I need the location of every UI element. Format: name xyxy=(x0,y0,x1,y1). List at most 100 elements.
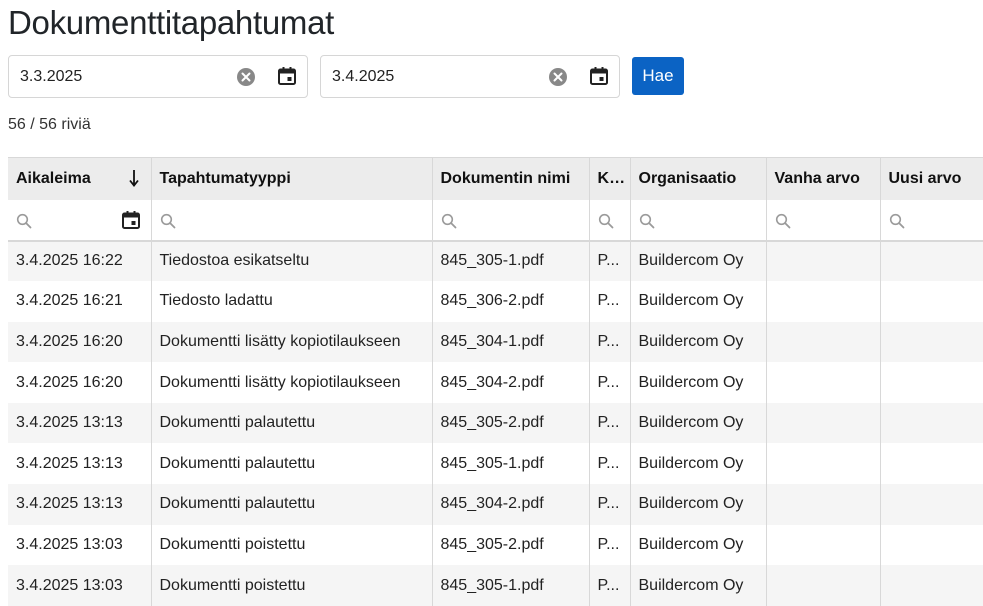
clear-icon[interactable] xyxy=(236,67,256,87)
search-icon xyxy=(775,213,791,229)
cell-document-name: 845_305-2.pdf xyxy=(432,402,590,444)
filter-event-type[interactable] xyxy=(151,199,433,242)
cell-document-name: 845_305-1.pdf xyxy=(432,565,590,606)
cell-k: P... xyxy=(589,524,631,566)
cell-timestamp: 3.4.2025 13:03 xyxy=(8,565,152,606)
cell-event-type: Dokumentti poistettu xyxy=(151,565,433,606)
filter-timestamp[interactable] xyxy=(8,199,152,242)
cell-old-value xyxy=(766,443,881,485)
cell-event-type: Tiedostoa esikatseltu xyxy=(151,240,433,282)
cell-k: P... xyxy=(589,281,631,322)
cell-organization: Buildercom Oy xyxy=(630,443,767,485)
cell-timestamp: 3.4.2025 16:21 xyxy=(8,281,152,322)
column-header-label: Aikaleima xyxy=(16,169,91,187)
cell-document-name: 845_304-1.pdf xyxy=(432,321,590,363)
cell-event-type: Dokumentti palautettu xyxy=(151,402,433,444)
cell-organization: Buildercom Oy xyxy=(630,281,767,322)
calendar-icon[interactable] xyxy=(121,210,141,230)
cell-new-value xyxy=(880,443,983,484)
cell-document-name: 845_304-2.pdf xyxy=(432,484,590,525)
cell-old-value xyxy=(766,321,881,363)
cell-new-value xyxy=(880,565,983,606)
page-title: Dokumenttitapahtumat xyxy=(8,4,335,41)
sort-descending-icon[interactable] xyxy=(127,168,141,188)
cell-new-value xyxy=(880,321,983,363)
cell-new-value xyxy=(880,281,983,322)
column-header-event-type[interactable]: Tapahtumatyyppi xyxy=(151,157,433,200)
cell-document-name: 845_305-1.pdf xyxy=(432,443,590,485)
cell-organization: Buildercom Oy xyxy=(630,402,767,444)
table-row[interactable]: 3.4.2025 13:13 Dokumentti palautettu 845_3… xyxy=(8,484,983,525)
cell-document-name: 845_305-1.pdf xyxy=(432,240,590,282)
cell-event-type: Dokumentti poistettu xyxy=(151,524,433,566)
cell-k: P... xyxy=(589,362,631,403)
cell-k: P... xyxy=(589,565,631,606)
calendar-icon[interactable] xyxy=(277,66,297,86)
cell-k: P... xyxy=(589,321,631,363)
cell-timestamp: 3.4.2025 13:13 xyxy=(8,484,152,525)
cell-organization: Buildercom Oy xyxy=(630,362,767,403)
cell-document-name: 845_306-2.pdf xyxy=(432,281,590,322)
cell-old-value xyxy=(766,484,881,525)
table-row[interactable]: 3.4.2025 16:20 Dokumentti lisätty kopioti… xyxy=(8,321,983,363)
table-row[interactable]: 3.4.2025 13:13 Dokumentti palautettu 845_3… xyxy=(8,443,983,485)
search-icon xyxy=(441,213,457,229)
cell-timestamp: 3.4.2025 13:13 xyxy=(8,402,152,444)
cell-old-value xyxy=(766,240,881,282)
column-header-new-value[interactable]: Uusi arvo xyxy=(880,157,983,200)
table-row[interactable]: 3.4.2025 16:21 Tiedosto ladattu 845_306-2.… xyxy=(8,281,983,322)
cell-timestamp: 3.4.2025 13:13 xyxy=(8,443,152,485)
filter-row xyxy=(8,199,983,242)
cell-new-value xyxy=(880,484,983,525)
search-button[interactable]: Hae xyxy=(632,57,684,95)
end-date-picker[interactable]: 3.4.2025 xyxy=(320,55,620,98)
header-row: Aikaleima Tapahtumatyyppi Dokumentin nim… xyxy=(8,157,983,200)
column-header-document-name[interactable]: Dokumentin nimi xyxy=(432,157,590,200)
start-date-picker[interactable]: 3.3.2025 xyxy=(8,55,308,98)
column-header-old-value[interactable]: Vanha arvo xyxy=(766,157,881,200)
cell-organization: Buildercom Oy xyxy=(630,240,767,282)
cell-new-value xyxy=(880,402,983,444)
cell-timestamp: 3.4.2025 13:03 xyxy=(8,524,152,566)
search-icon xyxy=(889,213,905,229)
table-row[interactable]: 3.4.2025 16:22 Tiedostoa esikatseltu 845_3… xyxy=(8,240,983,282)
table-row[interactable]: 3.4.2025 13:03 Dokumentti poistettu 845_30… xyxy=(8,524,983,566)
search-icon xyxy=(16,213,32,229)
start-date-value[interactable]: 3.3.2025 xyxy=(20,68,82,86)
cell-old-value xyxy=(766,362,881,403)
cell-new-value xyxy=(880,525,983,566)
cell-k: P... xyxy=(589,484,631,525)
cell-event-type: Dokumentti palautettu xyxy=(151,443,433,485)
calendar-icon[interactable] xyxy=(589,66,609,86)
cell-event-type: Dokumentti lisätty kopiotilaukseen xyxy=(151,362,433,403)
column-header-timestamp[interactable]: Aikaleima xyxy=(8,157,152,200)
table-row[interactable]: 3.4.2025 16:20 Dokumentti lisätty kopioti… xyxy=(8,362,983,403)
filter-new-value[interactable] xyxy=(880,199,983,242)
search-icon xyxy=(598,213,614,229)
cell-organization: Buildercom Oy xyxy=(630,484,767,525)
cell-organization: Buildercom Oy xyxy=(630,565,767,606)
row-count: 56 / 56 riviä xyxy=(8,116,91,133)
filter-organization[interactable] xyxy=(630,199,767,242)
search-icon xyxy=(639,213,655,229)
cell-k: P... xyxy=(589,402,631,444)
column-header-organization[interactable]: Organisaatio xyxy=(630,157,767,200)
cell-event-type: Dokumentti palautettu xyxy=(151,484,433,525)
cell-new-value xyxy=(880,362,983,403)
table-row[interactable]: 3.4.2025 13:13 Dokumentti palautettu 845_3… xyxy=(8,402,983,444)
column-header-k[interactable]: K... xyxy=(589,157,631,200)
cell-old-value xyxy=(766,281,881,322)
table-row[interactable]: 3.4.2025 13:03 Dokumentti poistettu 845_30… xyxy=(8,565,983,606)
cell-k: P... xyxy=(589,240,631,282)
cell-timestamp: 3.4.2025 16:20 xyxy=(8,362,152,403)
filter-old-value[interactable] xyxy=(766,199,881,242)
filter-k[interactable] xyxy=(589,199,631,242)
cell-timestamp: 3.4.2025 16:20 xyxy=(8,321,152,363)
filter-document-name[interactable] xyxy=(432,199,590,242)
clear-icon[interactable] xyxy=(548,67,568,87)
cell-timestamp: 3.4.2025 16:22 xyxy=(8,240,152,282)
cell-new-value xyxy=(880,240,983,282)
cell-document-name: 845_304-2.pdf xyxy=(432,362,590,403)
cell-event-type: Dokumentti lisätty kopiotilaukseen xyxy=(151,321,433,363)
end-date-value[interactable]: 3.4.2025 xyxy=(332,68,394,86)
